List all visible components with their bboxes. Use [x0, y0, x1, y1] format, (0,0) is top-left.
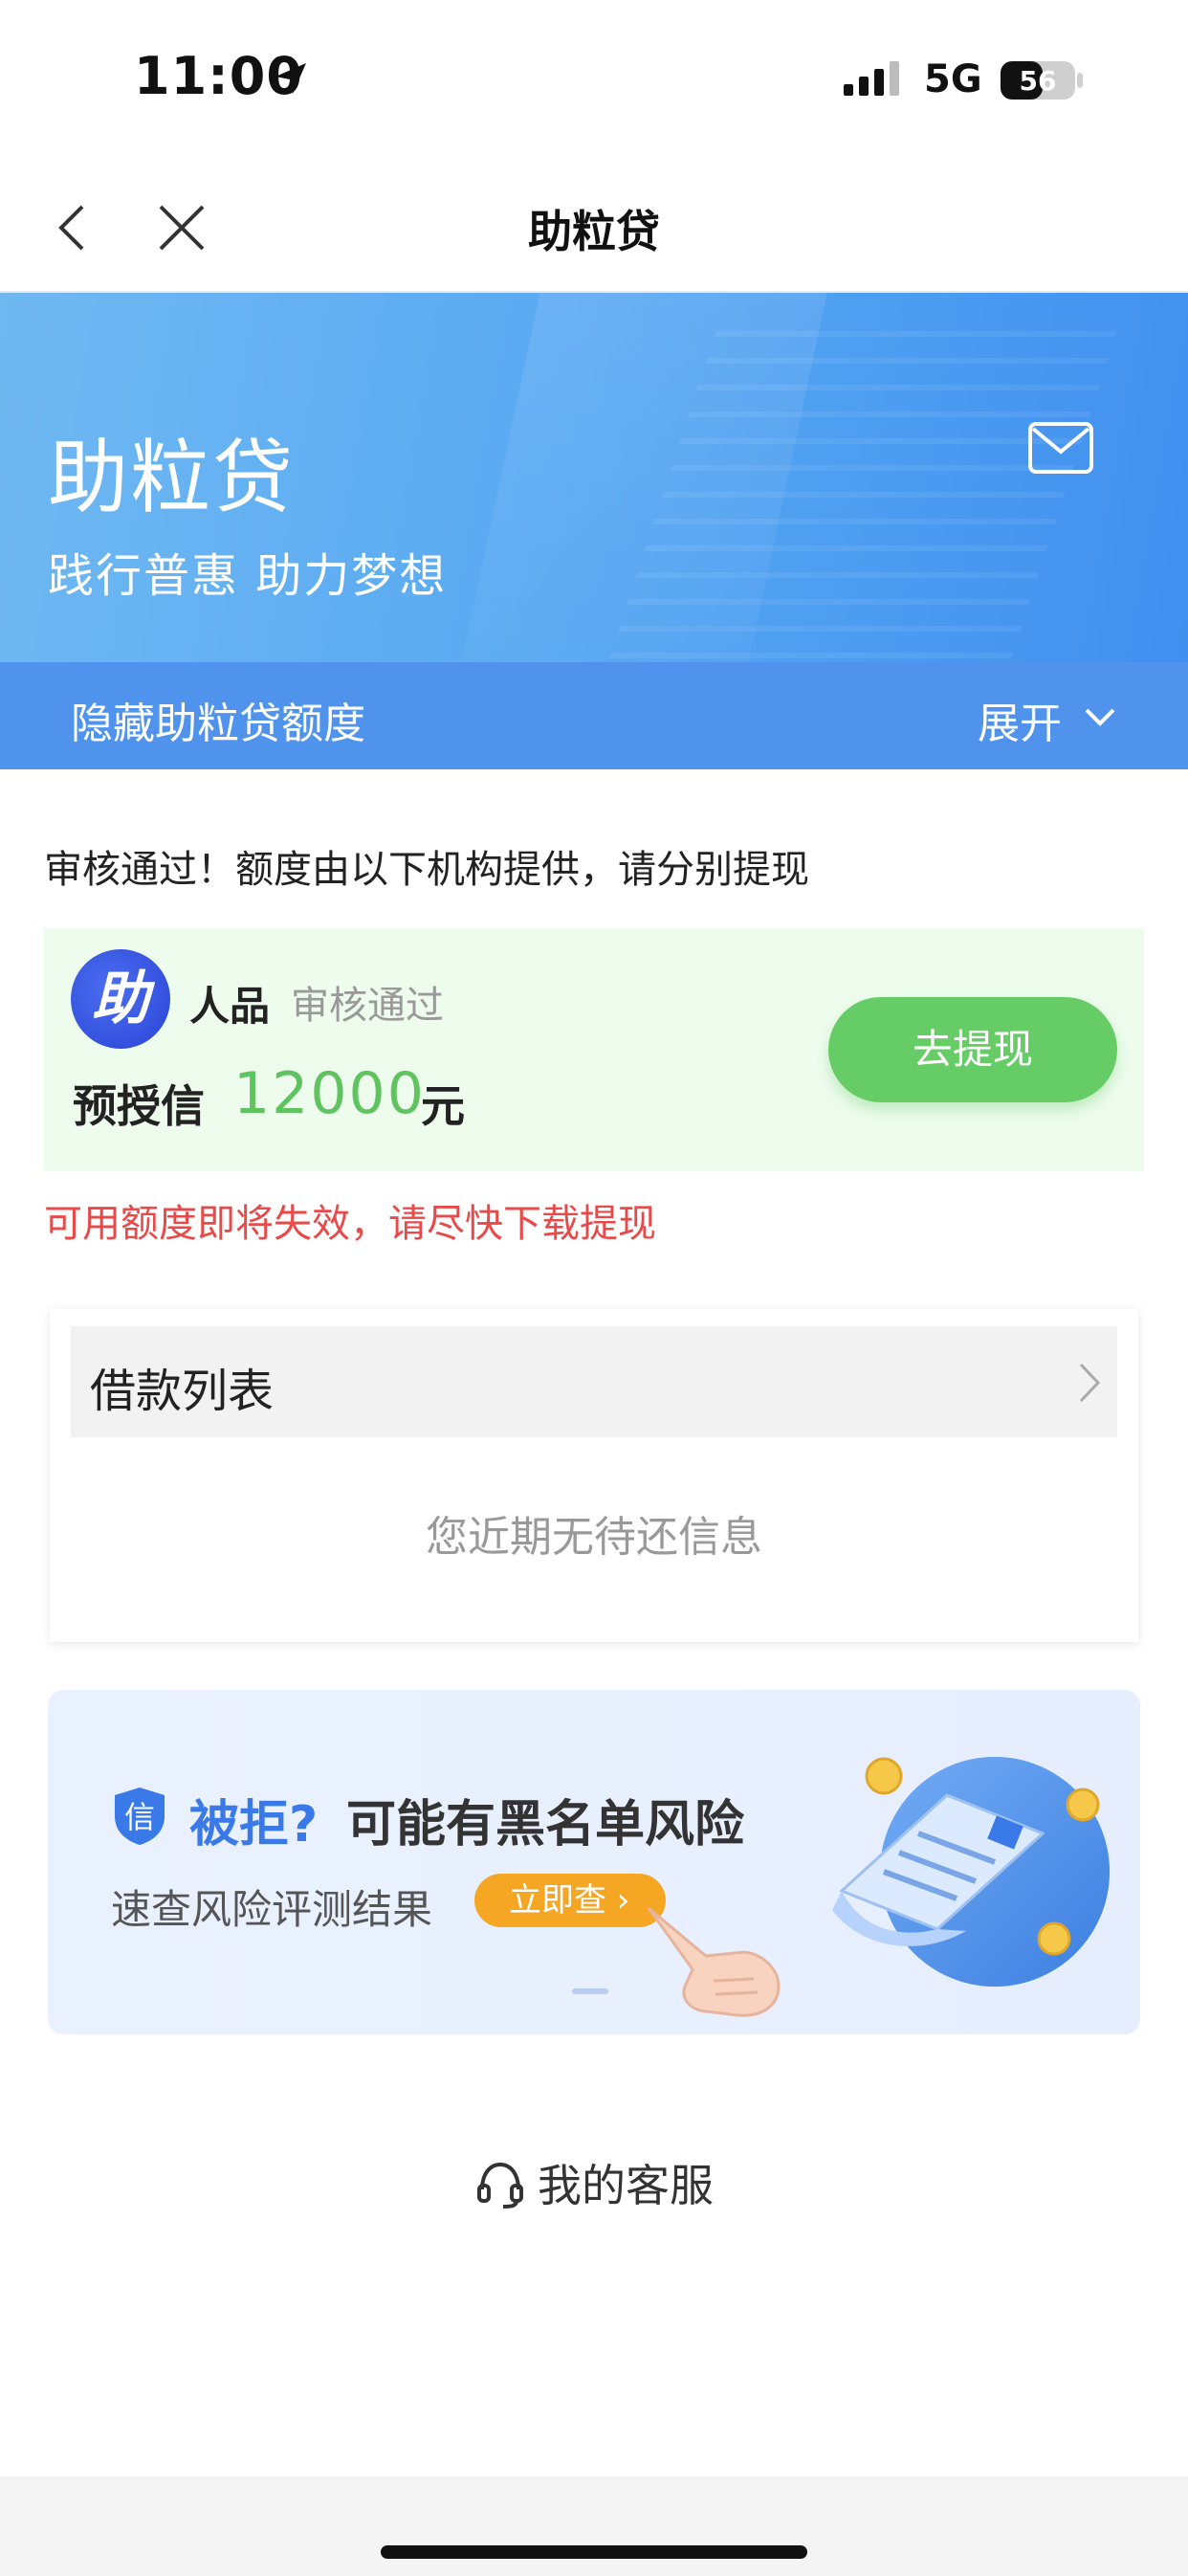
mail-icon[interactable]	[1027, 421, 1094, 475]
network-type: 5G	[924, 57, 982, 101]
check-now-label: 立即查	[509, 1881, 606, 1920]
pointing-hand-icon	[647, 1906, 781, 2017]
expand-label[interactable]: 展开	[978, 689, 1062, 750]
chevron-down-icon[interactable]	[1081, 700, 1119, 735]
lender-status: 审核通过	[291, 984, 444, 1028]
credit-report-illustration	[832, 1757, 1110, 1987]
approval-notice: 审核通过！额度由以下机构提供，请分别提现	[44, 848, 809, 892]
page: 11:00 5G 56 助粒贷 助粒贷 践行普惠 助力梦想 隐藏助粒贷额度 展开…	[0, 0, 1188, 2576]
lender-card: 助 人品 审核通过 预授信 12000 元 去提现	[44, 928, 1144, 1171]
battery-icon: 56	[1001, 61, 1083, 100]
loan-list-title: 借款列表	[90, 1365, 275, 1418]
loan-list-header[interactable]: 借款列表	[71, 1326, 1117, 1437]
cellular-signal-icon	[844, 61, 899, 96]
home-indicator[interactable]	[381, 2545, 807, 2559]
credit-label: 预授信	[73, 1080, 205, 1132]
bottom-area	[0, 2476, 1188, 2576]
battery-level: 56	[1020, 65, 1057, 97]
ad-subtitle: 速查风险评测结果	[111, 1886, 433, 1933]
customer-service-link[interactable]: 我的客服	[0, 2151, 1188, 2214]
banner-title: 助粒贷	[48, 431, 296, 524]
nav-title: 助粒贷	[528, 206, 660, 257]
lender-logo: 助	[71, 949, 170, 1049]
hide-quota-label: 隐藏助粒贷额度	[71, 700, 365, 748]
credit-unit: 元	[421, 1080, 465, 1132]
quota-toggle-bar[interactable]: 隐藏助粒贷额度 展开	[0, 662, 1188, 769]
hero-banner: 助粒贷 践行普惠 助力梦想	[0, 293, 1188, 662]
carousel-indicator	[572, 1988, 608, 1994]
headset-icon	[477, 2162, 523, 2209]
lender-name: 人品	[189, 983, 271, 1030]
customer-service-label: 我的客服	[538, 2160, 714, 2211]
banner-subtitle: 践行普惠 助力梦想	[48, 549, 448, 603]
credit-amount: 12000	[233, 1060, 426, 1127]
nav-bar: 助粒贷	[0, 163, 1188, 293]
expiry-warning: 可用额度即将失效，请尽快下载提现	[44, 1202, 656, 1246]
shield-icon: 信	[115, 1788, 165, 1845]
location-arrow-icon	[275, 63, 306, 94]
shield-badge-text: 信	[124, 1799, 155, 1835]
ad-rejected-text: 被拒?	[189, 1796, 319, 1854]
loan-empty-text: 您近期无待还信息	[426, 1513, 762, 1562]
loan-list-card: 借款列表 您近期无待还信息	[50, 1309, 1138, 1642]
withdraw-button[interactable]: 去提现	[828, 997, 1117, 1102]
check-now-button[interactable]: 立即查 ›	[474, 1874, 666, 1927]
chevron-right-icon	[1079, 1363, 1101, 1403]
ad-risk-text: 可能有黑名单风险	[346, 1796, 745, 1854]
risk-check-ad[interactable]: 信 被拒? 可能有黑名单风险 速查风险评测结果 立即查 ›	[48, 1690, 1140, 2034]
status-bar: 11:00 5G 56	[0, 0, 1188, 163]
